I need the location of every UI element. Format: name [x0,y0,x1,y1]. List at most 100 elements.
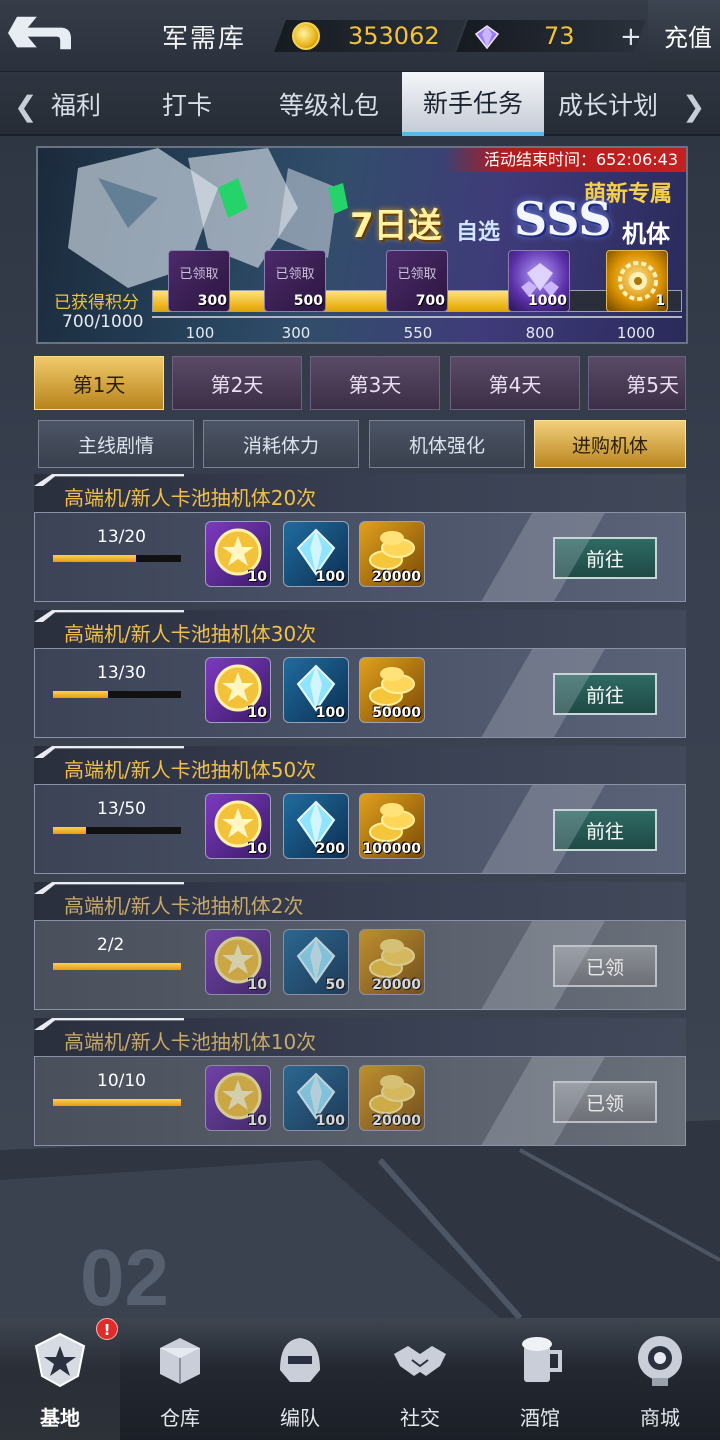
tab-level-pack[interactable]: 等级礼包 [258,72,400,136]
reward-gold-coins-icon[interactable]: 20000 [359,521,425,587]
milestone-reward-800[interactable]: 1000 [508,250,570,312]
coin-balance: 353062 [348,22,440,50]
gem-icon [474,25,500,50]
day-tab-5[interactable]: 第5天 [588,356,686,410]
milestone-reward-300[interactable]: 已领取 500 [264,250,326,312]
reward-qty: 50000 [372,705,421,721]
task-body: 13/30 10 100 50000 前往 [34,648,686,738]
tab-checkin[interactable]: 打卡 [116,72,258,136]
reward-qty: 10 [247,705,267,721]
subtab-mecha-upgrade[interactable]: 机体强化 [369,420,525,468]
subtab-buy-mecha[interactable]: 进购机体 [534,420,686,468]
reward-blue-crystal-icon[interactable]: 100 [283,1065,349,1131]
task-header: 高端机/新人卡池抽机体50次 [34,746,686,784]
reward-star-coin-icon[interactable]: 10 [205,929,271,995]
task-body: 2/2 10 50 20000 已领 [34,920,686,1010]
task-header: 高端机/新人卡池抽机体10次 [34,1018,686,1056]
svg-text:02: 02 [80,1233,169,1322]
task-progress-text: 2/2 [97,935,125,955]
reward-star-coin-icon[interactable]: 10 [205,793,271,859]
category-tabs: ❮ 福利 打卡 等级礼包 新手任务 成长计划 ❯ [0,72,720,136]
claimed-label: 已领取 [179,267,219,282]
reward-star-coin-icon[interactable]: 10 [205,657,271,723]
bottom-nav: ! 基地 仓库 编队 社交 酒馆 商城 [0,1318,720,1440]
banner-headline: 7日送 [350,206,442,246]
tab-newbie-tasks[interactable]: 新手任务 [402,72,544,136]
back-button[interactable] [0,6,90,66]
reward-gold-coins-icon[interactable]: 20000 [359,929,425,995]
milestone-reward-550[interactable]: 已领取 700 [386,250,448,312]
reward-blue-crystal-icon[interactable]: 100 [283,521,349,587]
milestone-reward-1000[interactable]: 1 [606,250,668,312]
claimed-label: 已领取 [397,267,437,282]
tab-welfare[interactable]: 福利 [36,72,116,136]
reward-qty: 50 [325,977,345,993]
banner-sss: SSS [514,192,612,246]
nav-label: 社交 [400,1406,440,1430]
task-title: 高端机/新人卡池抽机体50次 [64,758,317,782]
handshake-icon [394,1346,446,1376]
reward-qty: 10 [247,977,267,993]
reward-blue-crystal-icon[interactable]: 100 [283,657,349,723]
reward-qty: 200 [315,841,345,857]
nav-base[interactable]: ! 基地 [0,1318,120,1440]
nav-tavern[interactable]: 酒馆 [480,1318,600,1440]
day-tab-2[interactable]: 第2天 [172,356,302,410]
reward-qty: 10 [247,841,267,857]
task-body: 13/20 10 100 20000 前往 [34,512,686,602]
reward-blue-crystal-icon[interactable]: 50 [283,929,349,995]
day-tab-1[interactable]: 第1天 [34,356,164,410]
tabs-left-arrow-icon[interactable]: ❮ [14,90,37,123]
reward-qty: 20000 [372,977,421,993]
task-card: 高端机/新人卡池抽机体30次 13/30 10 100 50000 前往 [34,610,686,738]
reward-star-coin-icon[interactable]: 10 [205,521,271,587]
day-tab-4[interactable]: 第4天 [450,356,580,410]
task-card: 高端机/新人卡池抽机体2次 2/2 10 50 20000 已领 [34,882,686,1010]
go-button[interactable]: 前往 [553,673,657,715]
reward-gold-coins-icon[interactable]: 20000 [359,1065,425,1131]
nav-social[interactable]: 社交 [360,1318,480,1440]
page-title: 军需库 [162,24,247,54]
recharge-button[interactable]: 充值 [648,0,720,66]
go-button[interactable]: 前往 [553,809,657,851]
task-progress-fill [53,827,87,834]
nav-label: 酒馆 [520,1406,560,1430]
gem-balance: 73 [544,22,575,50]
milestone-reward-100[interactable]: 已领取 300 [168,250,230,312]
task-progress-bar [53,1099,181,1106]
day-tab-3[interactable]: 第3天 [310,356,440,410]
task-header: 高端机/新人卡池抽机体2次 [34,882,686,920]
add-gems-button[interactable]: + [620,22,642,52]
reward-qty: 100000 [362,841,421,857]
nav-warehouse[interactable]: 仓库 [120,1318,240,1440]
reward-qty: 1 [655,293,665,309]
milestone-points: 550 [403,324,433,342]
claimed-button: 已领 [553,1081,657,1123]
reward-gold-coins-icon[interactable]: 100000 [359,793,425,859]
shop-robot-icon [638,1336,682,1386]
task-header: 高端机/新人卡池抽机体20次 [34,474,686,512]
reward-star-coin-icon[interactable]: 10 [205,1065,271,1131]
subtab-main-story[interactable]: 主线剧情 [38,420,194,468]
event-countdown: 活动结束时间：652:06:43 [443,148,686,172]
claimed-button: 已领 [553,945,657,987]
task-card: 高端机/新人卡池抽机体50次 13/50 10 200 100000 前往 [34,746,686,874]
task-title: 高端机/新人卡池抽机体20次 [64,486,317,510]
reward-blue-crystal-icon[interactable]: 200 [283,793,349,859]
task-progress-bar [53,827,181,834]
task-progress-bar [53,691,181,698]
reward-qty: 10 [247,1113,267,1129]
task-body: 10/10 10 100 20000 已领 [34,1056,686,1146]
nav-shop[interactable]: 商城 [600,1318,720,1440]
go-button[interactable]: 前往 [553,537,657,579]
subtab-stamina[interactable]: 消耗体力 [203,420,359,468]
formation-helmet-icon [280,1338,320,1382]
tabs-right-arrow-icon[interactable]: ❯ [682,90,705,123]
base-star-icon [34,1332,86,1388]
task-progress-bar [53,555,181,562]
task-progress-text: 13/20 [97,527,146,547]
task-progress-fill [53,1099,181,1106]
tab-growth-plan[interactable]: 成长计划 [546,72,670,136]
reward-gold-coins-icon[interactable]: 50000 [359,657,425,723]
nav-formation[interactable]: 编队 [240,1318,360,1440]
